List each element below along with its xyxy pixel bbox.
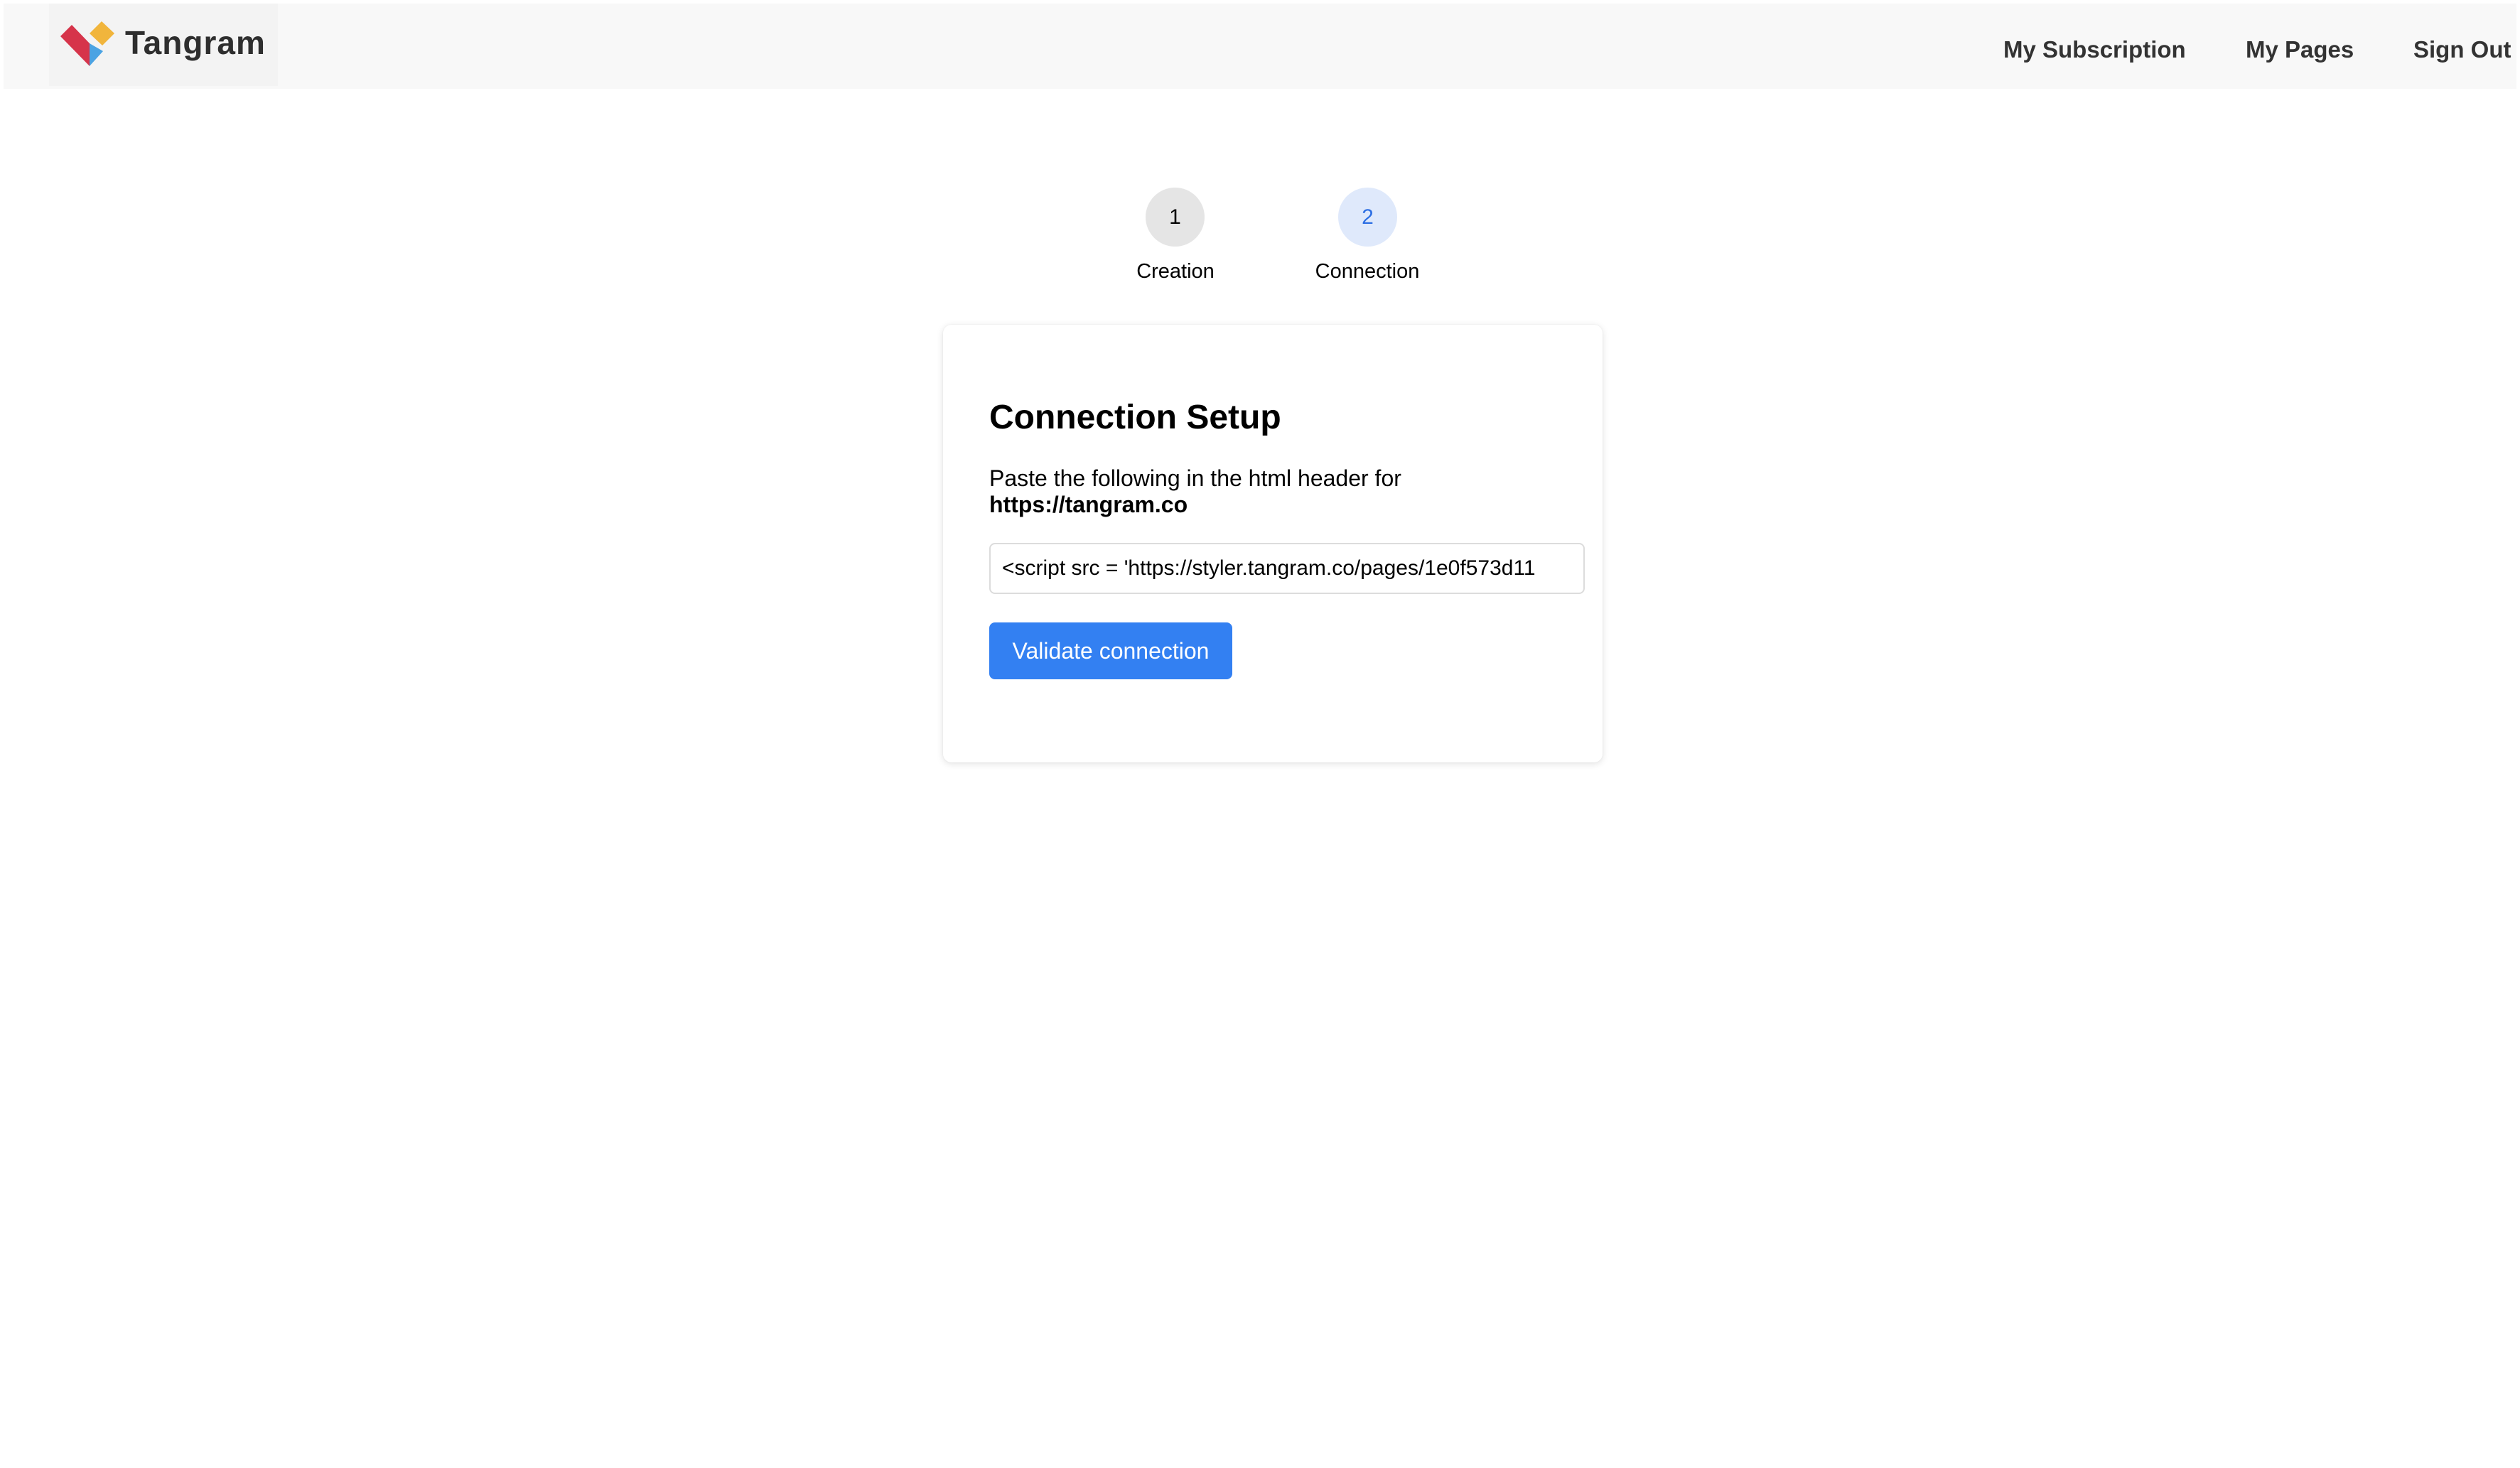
- nav-sign-out[interactable]: Sign Out: [2413, 36, 2511, 64]
- brand-name: Tangram: [125, 24, 266, 61]
- card-description: Paste the following in the html header f…: [989, 465, 1572, 518]
- step-1-label: Creation: [1136, 260, 1215, 283]
- connection-setup-card: Connection Setup Paste the following in …: [943, 325, 1603, 762]
- brand-home-link[interactable]: Tangram: [49, 4, 278, 86]
- step-2-label: Connection: [1315, 260, 1420, 283]
- nav-my-subscription[interactable]: My Subscription: [2003, 36, 2186, 64]
- top-navbar: Tangram My Subscription My Pages Sign Ou…: [4, 4, 2516, 89]
- site-domain: https://tangram.co: [989, 492, 1188, 517]
- step-2-circle-active: 2: [1338, 188, 1397, 247]
- script-snippet-field[interactable]: [989, 543, 1585, 594]
- validate-connection-button[interactable]: Validate connection: [989, 622, 1232, 679]
- nav-my-pages[interactable]: My Pages: [2246, 36, 2354, 64]
- step-1-circle: 1: [1146, 188, 1205, 247]
- instruction-text: Paste the following in the html header f…: [989, 465, 1401, 491]
- tangram-logo-icon: [60, 21, 114, 66]
- card-title: Connection Setup: [989, 399, 1281, 436]
